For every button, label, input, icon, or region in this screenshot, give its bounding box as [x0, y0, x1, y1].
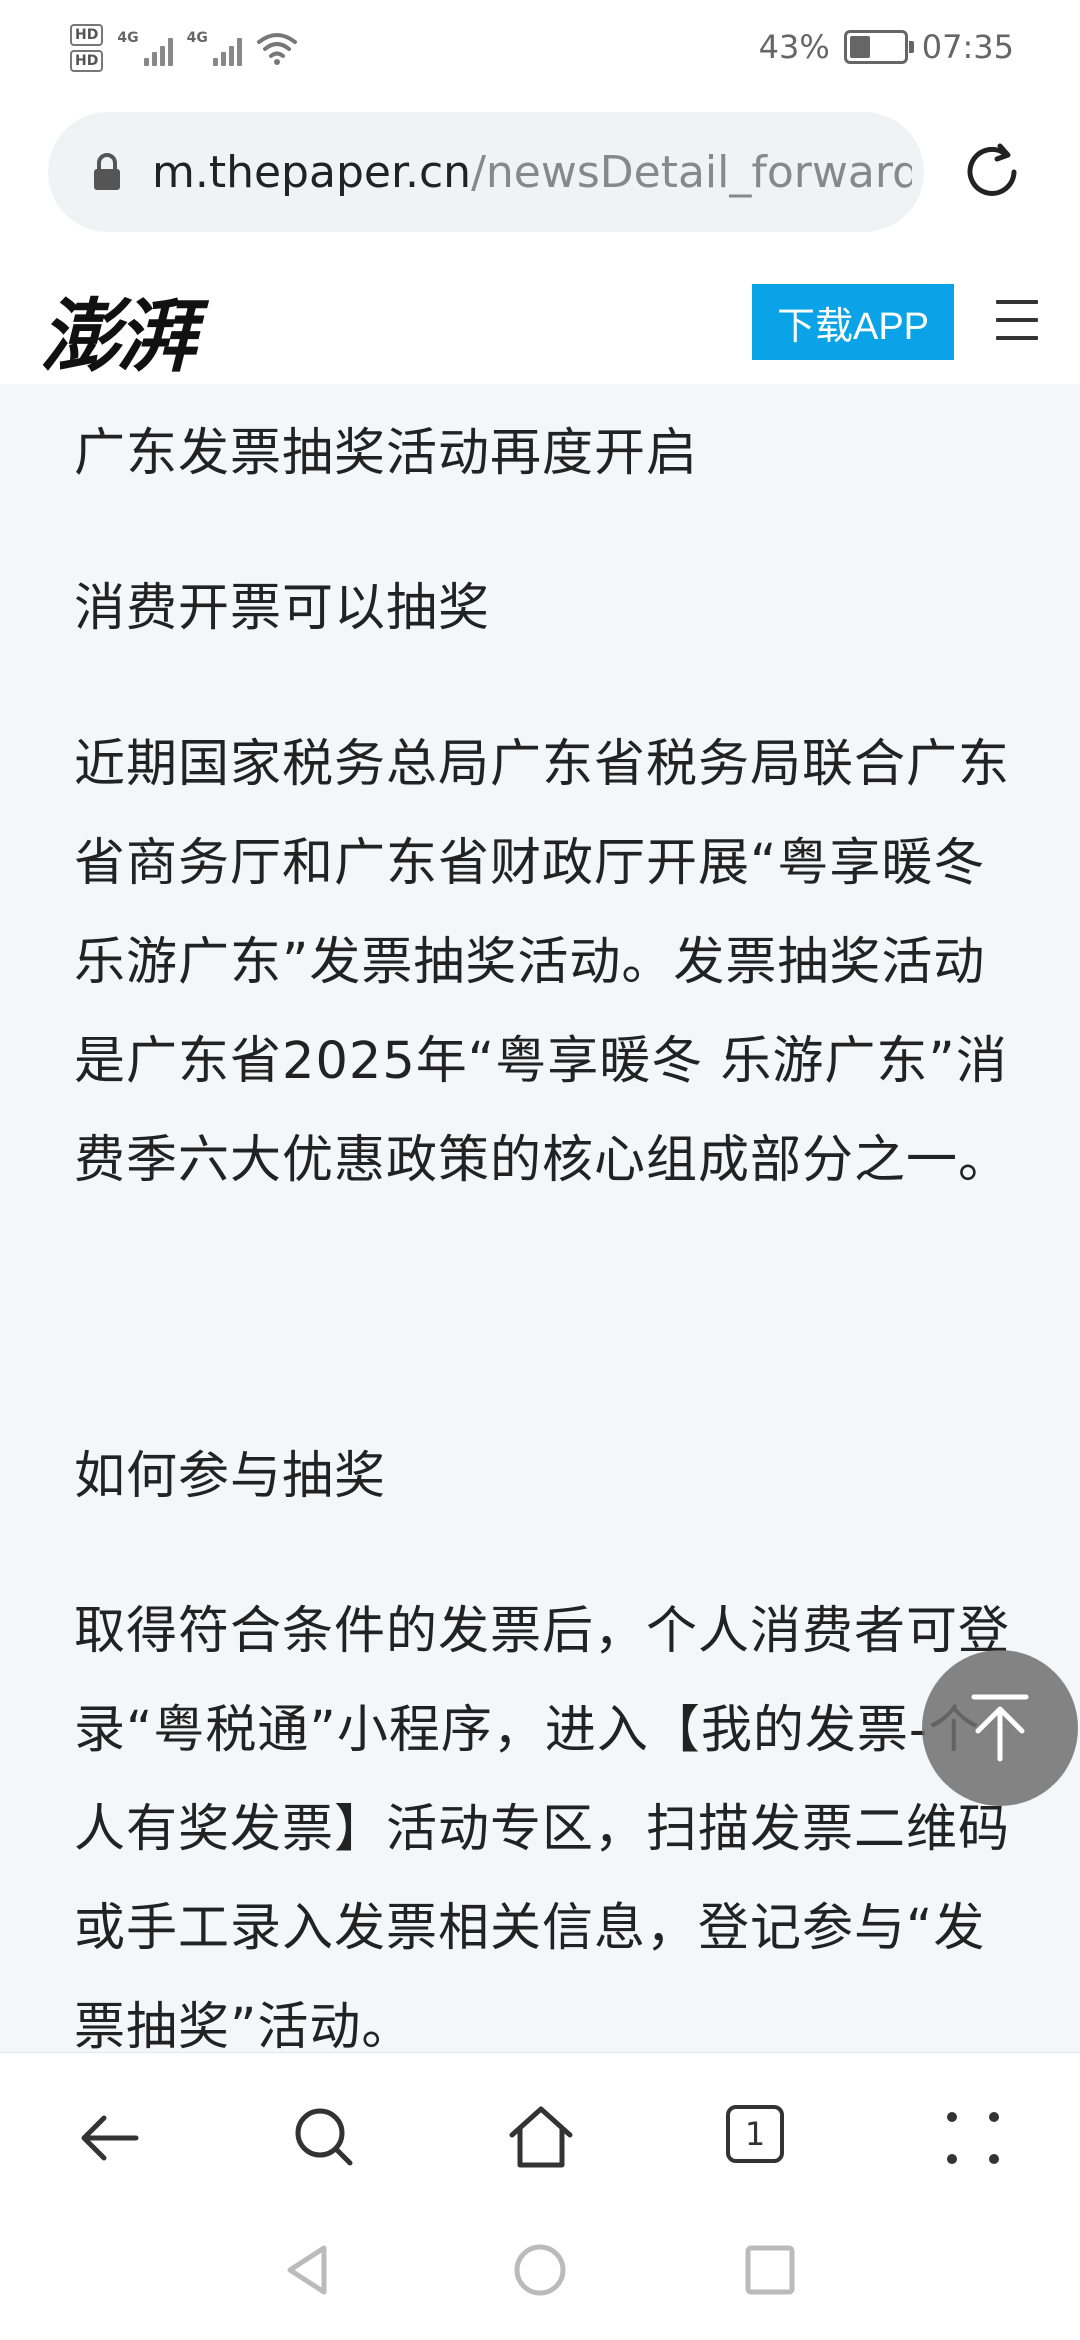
signal-icon-sim1: 4G	[117, 30, 173, 66]
search-icon[interactable]	[290, 2103, 360, 2173]
download-app-button[interactable]: 下载APP	[752, 284, 954, 360]
hd-badge-1: HD	[70, 24, 104, 46]
url-host: m.thepaper.cn	[152, 146, 472, 198]
url-path: /newsDetail_forward	[471, 146, 912, 198]
address-bar[interactable]: m.thepaper.cn/newsDetail_forward	[48, 112, 924, 232]
network-type-2: 4G	[186, 30, 208, 46]
battery-fill	[849, 36, 870, 58]
hamburger-menu-icon[interactable]	[996, 300, 1038, 340]
scroll-to-top-button[interactable]	[922, 1650, 1078, 1806]
lock-icon	[94, 153, 120, 190]
phone-screen: HD HD 4G 4G 43% ⚡ 07:35 m.thepaper.cn/ne…	[0, 0, 1080, 2340]
article-heading-3: 如何参与抽奖	[74, 1447, 387, 1506]
article-paragraph-1: 近期国家税务总局广东省税务局联合广东省商务厅和广东省财政厅开展“粤享暖冬 乐游广…	[74, 735, 1011, 1190]
clock: 07:35	[921, 28, 1014, 66]
site-header: 澎湃 下载APP	[0, 256, 1080, 384]
article-paragraph-2: 取得符合条件的发票后，个人消费者可登录“粤税通”小程序，进入【我的发票-个人有奖…	[74, 1602, 1011, 2052]
network-type-1: 4G	[117, 30, 139, 46]
home-icon[interactable]	[506, 2103, 576, 2173]
url-text[interactable]: m.thepaper.cn/newsDetail_forward	[152, 147, 912, 198]
arrow-up-icon	[971, 1694, 1029, 1762]
browser-toolbar: 1	[0, 2052, 1080, 2221]
hd-badge-2: HD	[70, 50, 104, 72]
wifi-icon	[256, 33, 297, 65]
refresh-icon[interactable]	[960, 140, 1024, 204]
article-body: 广东发票抽奖活动再度开启 消费开票可以抽奖 近期国家税务总局广东省税务局联合广东…	[0, 384, 1080, 2052]
nav-back-icon[interactable]	[278, 2240, 338, 2300]
signal-icon-sim2: 4G	[187, 30, 242, 66]
article-heading-2: 消费开票可以抽奖	[74, 579, 491, 638]
status-left: HD HD 4G 4G	[70, 16, 298, 80]
status-bar: HD HD 4G 4G 43% ⚡ 07:35	[0, 0, 1080, 96]
more-options-icon[interactable]	[938, 2103, 1008, 2173]
nav-recents-icon[interactable]	[740, 2240, 800, 2300]
nav-home-icon[interactable]	[510, 2240, 570, 2300]
status-right: 43% ⚡ 07:35	[759, 22, 1014, 72]
charging-icon: ⚡	[868, 35, 883, 59]
battery-percent: 43%	[758, 28, 830, 66]
hd-indicators: HD HD	[70, 24, 104, 72]
site-logo[interactable]: 澎湃	[40, 272, 196, 388]
tabs-button[interactable]: 1	[726, 2105, 784, 2163]
back-arrow-icon[interactable]	[74, 2103, 144, 2173]
article-heading-1: 广东发票抽奖活动再度开启	[74, 424, 699, 483]
battery-icon: ⚡	[843, 30, 914, 64]
system-nav-bar	[0, 2220, 1080, 2340]
